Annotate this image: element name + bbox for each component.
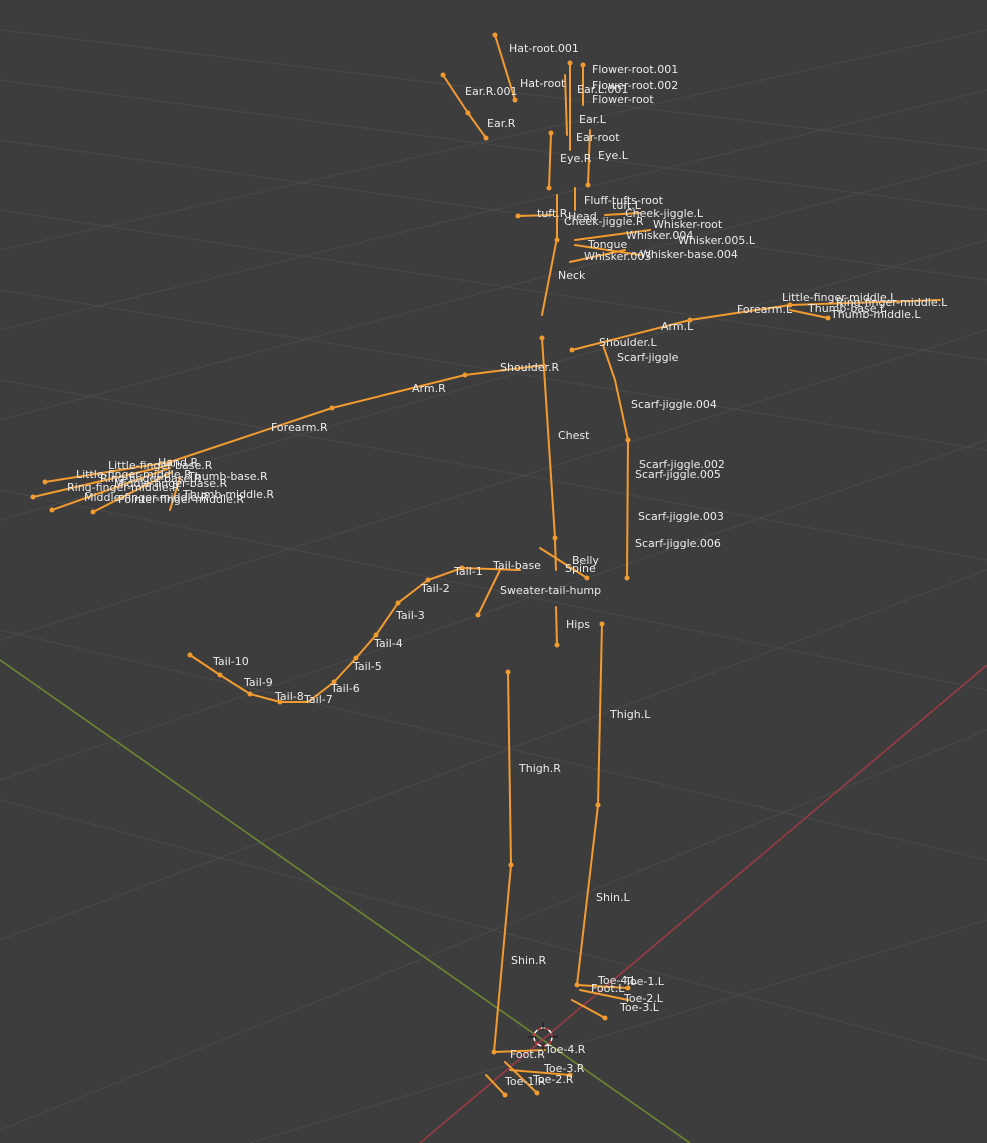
- bone-label: Shoulder.L: [599, 336, 657, 349]
- bone-label: Scarf-jiggle.006: [635, 537, 721, 550]
- bone-label: Ear-root: [576, 131, 620, 144]
- bone-label: Tail-6: [330, 682, 360, 695]
- bone-label: Toe-4.R: [544, 1043, 586, 1056]
- bone-label: Ear.R.001: [465, 85, 517, 98]
- bone-labels: Hat-root.001 Hat-root Ear.R.001 Ear.R Ea…: [67, 42, 948, 1088]
- bone-label: Tail-7: [303, 693, 333, 706]
- bone-joints: [30, 32, 831, 1098]
- bone-label: Tail-base: [492, 559, 541, 572]
- bone-label: Tail-5: [352, 660, 382, 673]
- bone-label: Neck: [558, 269, 586, 282]
- 3d-viewport[interactable]: Hat-root.001 Hat-root Ear.R.001 Ear.R Ea…: [0, 0, 987, 1143]
- bone-label: Toe-4.L: [597, 974, 638, 987]
- bone-eye-r[interactable]: [548, 132, 552, 189]
- bone-label: Arm.L: [661, 320, 694, 333]
- bone-label: Forearm.R: [271, 421, 328, 434]
- bone-label: Whisker.005.L: [678, 234, 756, 247]
- bone-label: Hat-root: [520, 77, 566, 90]
- bone-label: Hips: [566, 618, 590, 631]
- bone-label: Hat-root.001: [509, 42, 579, 55]
- bone-label: Tongue: [587, 238, 628, 251]
- bone-label: Tail-3: [395, 609, 425, 622]
- bone-label: Tail-1: [453, 565, 483, 578]
- bone-label: Forearm.L: [737, 303, 793, 316]
- bone-label: Scarf-jiggle: [617, 351, 679, 364]
- bone-label: Whisker-base.004: [640, 248, 738, 261]
- bone-label: Shin.L: [596, 891, 630, 904]
- bone-label: Spine: [565, 562, 596, 575]
- bone-label: Flower-root.002: [592, 79, 678, 92]
- bone-ear-r[interactable]: [467, 112, 487, 139]
- bone-label: Scarf-jiggle.005: [635, 468, 721, 481]
- bone-label: Arm.R: [412, 382, 446, 395]
- bone-label: Tail-2: [420, 582, 450, 595]
- bone-thigh-r[interactable]: [507, 671, 512, 866]
- bone-label: Scarf-jiggle.003: [638, 510, 724, 523]
- bone-label: Thigh.R: [518, 762, 561, 775]
- bone-label: Chest: [558, 429, 590, 442]
- bone-label: Cheek-jiggle.R: [564, 215, 644, 228]
- bone-label: Eye.L: [598, 149, 629, 162]
- bone-label: Flower-root: [592, 93, 654, 106]
- bone-label: Eye.R: [560, 152, 592, 165]
- bone-label: Tail-9: [243, 676, 273, 689]
- bone-neck[interactable]: [541, 242, 557, 316]
- bone-shin-r[interactable]: [493, 864, 512, 1053]
- bone-label: Toe-3.L: [619, 1001, 660, 1014]
- bone-label: Toe-3.R: [543, 1062, 585, 1075]
- bone-label: Flower-root.001: [592, 63, 678, 76]
- bone-label: Shin.R: [511, 954, 546, 967]
- armature[interactable]: [30, 32, 941, 1098]
- viewport-canvas[interactable]: Hat-root.001 Hat-root Ear.R.001 Ear.R Ea…: [0, 0, 987, 1143]
- bone-label: Thigh.L: [609, 708, 651, 721]
- floor-grid: [0, 29, 987, 1143]
- bone-label: Scarf-jiggle.004: [631, 398, 717, 411]
- bone-label: Tail-4: [373, 637, 403, 650]
- bone-hips[interactable]: [555, 606, 558, 646]
- bone-label: Tail-10: [212, 655, 249, 668]
- bone-spine[interactable]: [554, 539, 557, 571]
- bone-forearm-r[interactable]: [169, 407, 333, 463]
- bone-scarf-jiggle[interactable]: [602, 344, 630, 579]
- bone-label: Shoulder.R: [500, 361, 559, 374]
- bone-label: Tail-8: [274, 690, 304, 703]
- x-axis-line: [419, 664, 987, 1143]
- bone-label: Ear.L: [579, 113, 607, 126]
- bone-toe3-l[interactable]: [571, 999, 606, 1019]
- bone-label: Pointer-finger-middle.R: [118, 493, 244, 506]
- bone-label: Foot.R: [510, 1048, 545, 1061]
- bone-label: Thumb-base.L: [807, 302, 887, 315]
- bone-label: Sweater-tail-hump: [500, 584, 601, 597]
- bone-label: Ear.R: [487, 117, 516, 130]
